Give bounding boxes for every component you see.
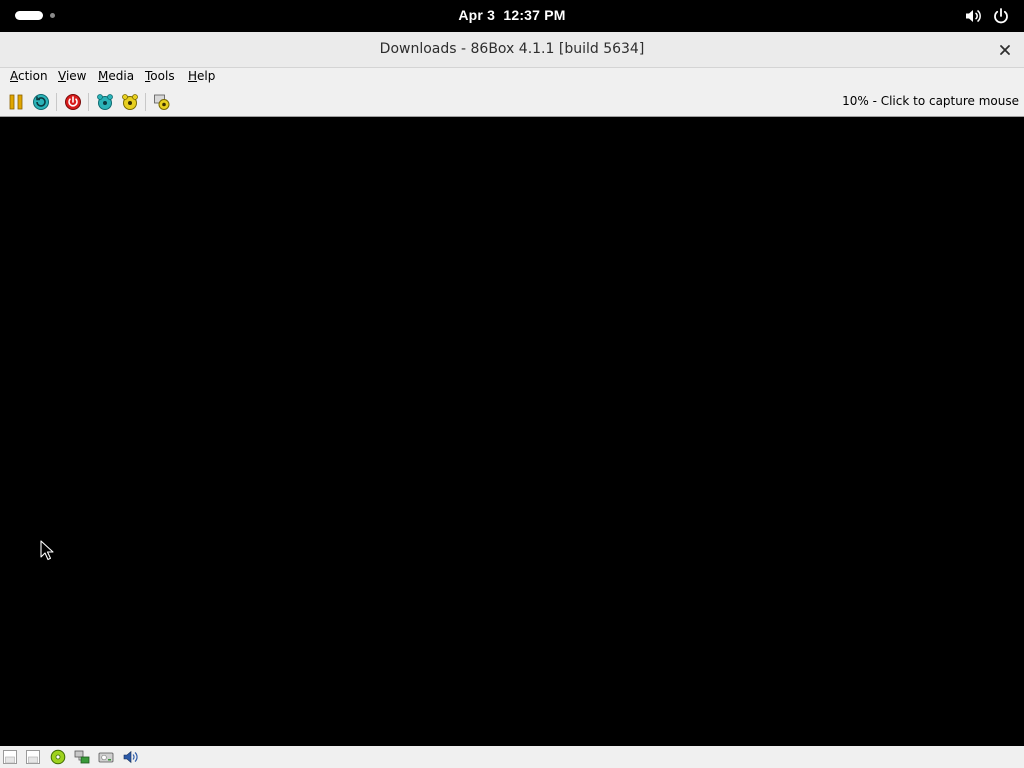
pause-icon[interactable] xyxy=(7,93,25,111)
clock-time: 12:37 PM xyxy=(503,7,566,23)
hard-reset-icon[interactable] xyxy=(64,93,82,111)
floppy-drive-2-icon[interactable] xyxy=(25,749,41,765)
menu-help[interactable]: Help xyxy=(188,69,215,83)
toolbar-separator xyxy=(56,93,57,111)
toolbar-separator xyxy=(145,93,146,111)
network-icon[interactable] xyxy=(74,749,90,765)
ctrl-alt-esc-icon[interactable] xyxy=(96,93,114,111)
mouse-cursor-icon xyxy=(40,540,54,561)
menu-view[interactable]: View xyxy=(58,69,86,83)
menu-tools-label: ools xyxy=(150,69,175,83)
menu-media[interactable]: Media xyxy=(98,69,134,83)
window-title: Downloads - 86Box 4.1.1 [build 5634] xyxy=(379,41,645,57)
gnome-top-bar: Apr 3 12:37 PM xyxy=(0,0,1024,32)
close-icon[interactable] xyxy=(996,41,1014,59)
menu-view-mnemonic: V xyxy=(58,69,66,83)
menu-action-label: ction xyxy=(18,69,48,83)
sound-icon[interactable] xyxy=(122,749,138,765)
capture-mouse-status[interactable]: 10% - Click to capture mouse xyxy=(842,94,1019,108)
window-title-bar[interactable]: Downloads - 86Box 4.1.1 [build 5634] xyxy=(0,32,1024,68)
menu-help-mnemonic: H xyxy=(188,69,198,83)
menu-action[interactable]: Action xyxy=(10,69,48,83)
settings-icon[interactable] xyxy=(121,93,139,111)
toolbar-separator xyxy=(88,93,89,111)
clock-date: Apr 3 xyxy=(458,7,496,23)
status-bar xyxy=(0,746,1024,768)
clock[interactable]: Apr 3 12:37 PM xyxy=(0,7,1024,23)
menu-view-label: iew xyxy=(65,69,87,83)
screenshot-icon[interactable] xyxy=(153,93,171,111)
floppy-drive-1-icon[interactable] xyxy=(2,749,18,765)
volume-icon[interactable] xyxy=(964,7,982,25)
menu-media-mnemonic: M xyxy=(98,69,109,83)
ctrl-alt-del-icon[interactable] xyxy=(32,93,50,111)
power-icon[interactable] xyxy=(992,7,1010,25)
menu-bar: Action View Media Tools Help xyxy=(0,68,1024,86)
menu-media-label: edia xyxy=(108,69,135,83)
emulator-screen[interactable] xyxy=(0,117,1024,746)
toolbar: 10% - Click to capture mouse xyxy=(0,86,1024,117)
menu-tools[interactable]: Tools xyxy=(145,69,175,83)
hard-disk-icon[interactable] xyxy=(98,749,114,765)
menu-help-label: elp xyxy=(197,69,216,83)
menu-action-mnemonic: A xyxy=(10,69,18,83)
cdrom-icon[interactable] xyxy=(50,749,66,765)
